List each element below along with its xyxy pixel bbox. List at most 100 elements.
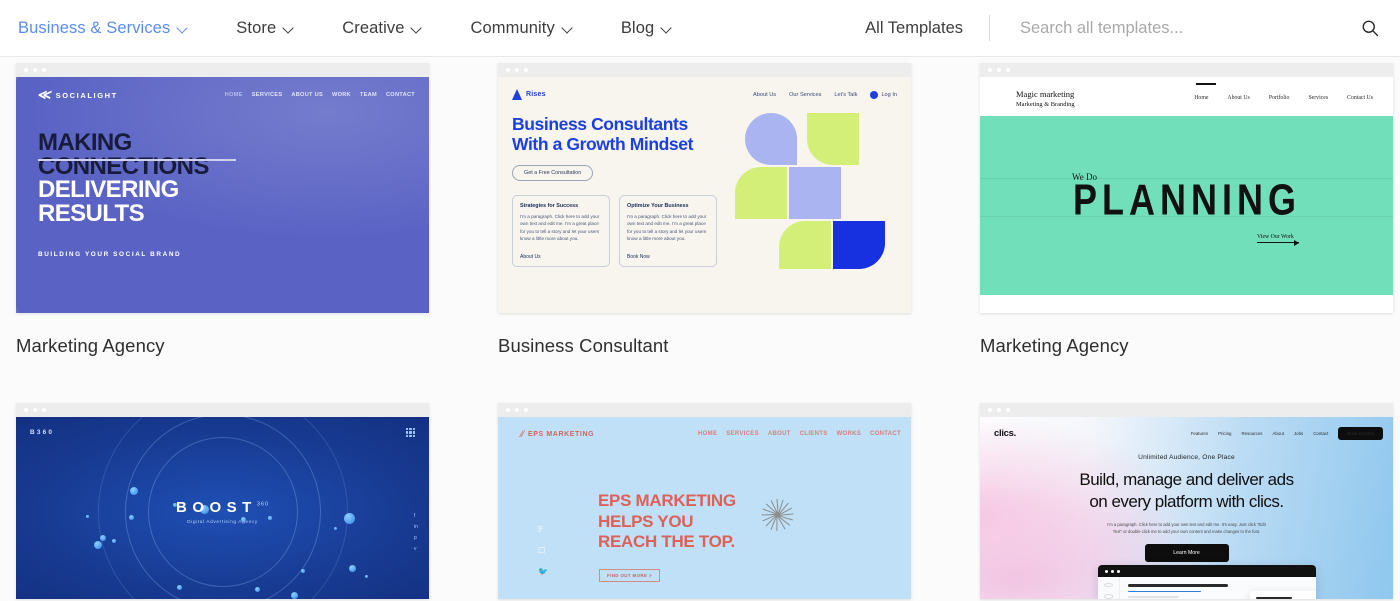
template-card-marketing-agency-magic[interactable]: Magic marketing Marketing & Branding Hom…	[980, 63, 1393, 357]
preview-nav-links: About Us Our Services Let's Talk Log In	[753, 90, 897, 99]
all-templates-link[interactable]: All Templates	[865, 19, 989, 38]
hero-kicker: Unlimited Audience, One Place	[1138, 454, 1235, 461]
browser-dot-icon	[997, 68, 1001, 72]
template-title: Marketing Agency	[16, 335, 165, 356]
template-preview-frame: B360 BOOST360 Digital Advertising Agency…	[16, 403, 429, 599]
browser-dot-icon	[1006, 68, 1010, 72]
browser-dot-icon	[997, 408, 1001, 412]
feature-box: Strategies for Success I'm a paragraph. …	[512, 194, 610, 267]
grid-menu-icon	[406, 428, 415, 437]
preview-nav-link: ABOUT US	[291, 92, 323, 98]
template-card-boost360[interactable]: B360 BOOST360 Digital Advertising Agency…	[16, 403, 429, 599]
preview-clics: clics. Features Pricing Resources About …	[980, 417, 1393, 599]
chevron-down-icon	[283, 23, 294, 34]
template-preview-frame: Magic marketing Marketing & Branding Hom…	[980, 63, 1393, 313]
preview-hero: BOOST360 Digital Advertising Agency	[123, 499, 323, 525]
template-card-marketing-agency-socialight[interactable]: ≪ SOCIALIGHT HOME SERVICES ABOUT US WORK…	[16, 63, 429, 357]
preview-nav-link: CONTACT	[385, 92, 415, 98]
chevron-down-icon	[661, 23, 672, 34]
preview-tagline: BUILDING YOUR SOCIAL BRAND	[38, 251, 182, 259]
hero-paragraph: I'm a paragraph. Click here to add your …	[980, 521, 1393, 535]
browser-dot-icon	[988, 408, 992, 412]
search-icon[interactable]	[1360, 18, 1380, 38]
preview-headline: MAKING CONNECTIONS DELIVERING RESULTS	[16, 103, 429, 225]
nav-item-label: Business & Services	[18, 18, 171, 37]
preview-nav-link: CLIENTS	[799, 431, 828, 437]
mockup-title-bar	[1098, 565, 1316, 577]
browser-dot-icon	[515, 408, 519, 412]
nav-item-creative[interactable]: Creative	[342, 19, 448, 38]
preview-shapes-artwork	[735, 113, 897, 269]
preview-brand: SOCIALIGHT	[55, 90, 118, 100]
primary-nav: Business & Services Store Creative Commu…	[0, 19, 720, 38]
vimeo-icon: v	[413, 546, 417, 552]
template-grid-row-1: ≪ SOCIALIGHT HOME SERVICES ABOUT US WORK…	[0, 57, 1400, 357]
preview-nav-link: CONTACT	[870, 431, 901, 437]
preview-brand: Magic marketing	[1016, 89, 1075, 99]
browser-dot-icon	[524, 408, 528, 412]
instagram-icon: ☐	[538, 546, 546, 555]
headline-line: EPS MARKETING	[598, 491, 736, 510]
browser-dot-icon	[506, 68, 510, 72]
preview-eps-marketing: // EPS MARKETING HOME SERVICES ABOUT CLI…	[498, 417, 911, 599]
preview-nav-link: Home	[1194, 95, 1209, 101]
chevron-down-icon	[177, 23, 188, 34]
preview-brand: B360	[30, 429, 55, 436]
preview-nav-link: WORKS	[836, 431, 862, 437]
preview-nav-link: Log In	[881, 91, 897, 98]
preview-nav-link: SERVICES	[251, 92, 283, 98]
preview-nav-links: HOME SERVICES ABOUT CLIENTS WORKS CONTAC…	[698, 431, 901, 437]
search-input[interactable]	[1018, 17, 1352, 39]
browser-chrome-bar	[16, 403, 429, 417]
browser-dot-icon	[524, 68, 528, 72]
mockup-sidebar	[1098, 577, 1120, 599]
template-card-clics[interactable]: clics. Features Pricing Resources About …	[980, 403, 1393, 599]
template-preview-frame: ≪ SOCIALIGHT HOME SERVICES ABOUT US WORK…	[16, 63, 429, 313]
preview-cta-button: Learn More	[1144, 543, 1229, 562]
preview-logo: Magic marketing Marketing & Branding	[1016, 89, 1075, 108]
nav-item-community[interactable]: Community	[470, 19, 598, 38]
template-preview-frame: // EPS MARKETING HOME SERVICES ABOUT CLI…	[498, 403, 911, 599]
browser-chrome-bar	[16, 63, 429, 77]
preview-nav-link: Portfolio	[1268, 95, 1290, 101]
browser-chrome-bar	[980, 403, 1393, 417]
social-links: f in p v	[414, 513, 418, 552]
preview-nav-link: Contact	[1313, 431, 1329, 436]
template-title: Marketing Agency	[980, 335, 1129, 356]
browser-dot-icon	[1006, 408, 1010, 412]
preview-nav-link: Let's Talk	[834, 91, 858, 98]
preview-nav-link: Our Services	[789, 91, 822, 98]
nav-item-blog[interactable]: Blog	[621, 19, 698, 38]
preview-cta-button: FIND OUT MORE >	[599, 569, 660, 582]
preview-nav: clics. Features Pricing Resources About …	[980, 417, 1393, 440]
preview-brand-sub: Marketing & Branding	[1016, 101, 1075, 108]
preview-nav-link: WORK	[331, 92, 351, 98]
preview-nav-link: SERVICES	[726, 431, 759, 437]
preview-logo: ≪ SOCIALIGHT	[36, 87, 118, 103]
socialight-mark-icon: ≪	[36, 87, 52, 102]
social-links: 𝔽 ☐ 🐦	[538, 525, 548, 576]
hero-superscript: 360	[256, 501, 270, 508]
preview-logo: Rises	[512, 89, 546, 100]
nav-item-business-services[interactable]: Business & Services	[18, 19, 214, 38]
pinterest-icon: p	[413, 535, 417, 541]
feature-box-link: Book Now	[627, 253, 650, 260]
preview-brand: EPS MARKETING	[528, 430, 595, 438]
preview-nav-link: Jobs	[1293, 431, 1304, 436]
triangle-logo-icon	[512, 89, 522, 100]
template-grid-row-2: B360 BOOST360 Digital Advertising Agency…	[0, 397, 1400, 599]
preview-nav-link: TEAM	[359, 92, 377, 98]
template-card-business-consultant[interactable]: Rises About Us Our Services Let's Talk L…	[498, 63, 911, 357]
sunburst-icon	[741, 479, 813, 551]
template-preview-frame: Rises About Us Our Services Let's Talk L…	[498, 63, 911, 313]
nav-item-store[interactable]: Store	[236, 19, 320, 38]
preview-cta-button: Get a Free Consultation	[512, 164, 594, 181]
preview-nav: ≪ SOCIALIGHT HOME SERVICES ABOUT US WORK…	[16, 77, 429, 103]
nav-item-label: Community	[470, 18, 555, 37]
browser-dot-icon	[506, 408, 510, 412]
template-card-eps-marketing[interactable]: // EPS MARKETING HOME SERVICES ABOUT CLI…	[498, 403, 911, 599]
preview-socialight: ≪ SOCIALIGHT HOME SERVICES ABOUT US WORK…	[16, 77, 429, 313]
search-area	[990, 17, 1380, 39]
browser-chrome-bar	[980, 63, 1393, 77]
browser-dot-icon	[24, 68, 28, 72]
